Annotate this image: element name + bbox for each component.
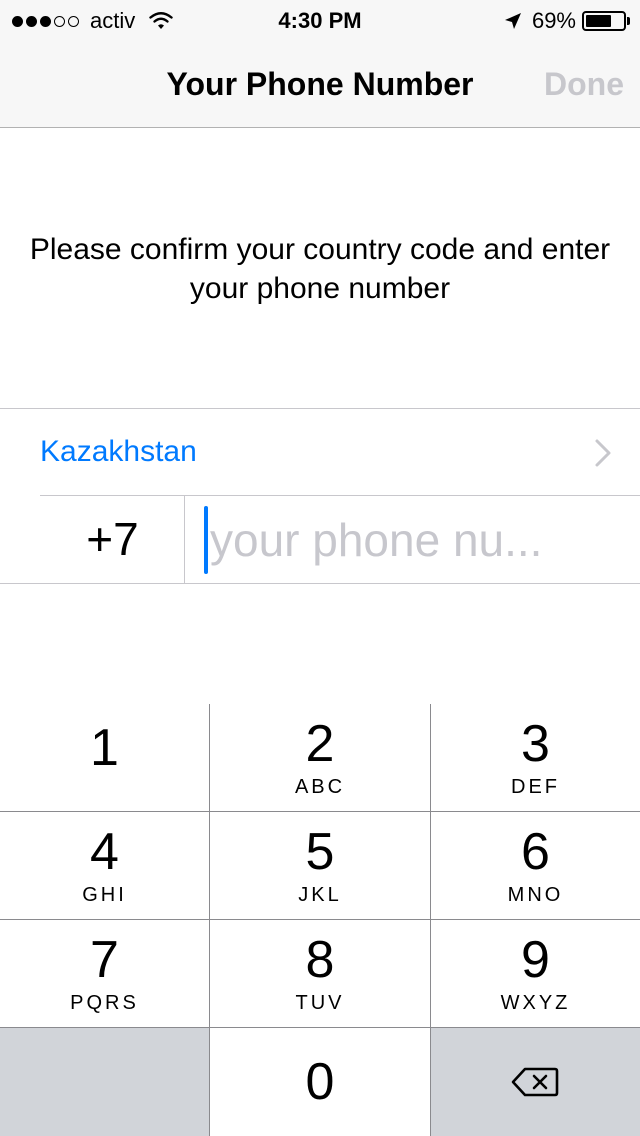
phone-number-input[interactable] bbox=[210, 510, 630, 570]
location-arrow-icon bbox=[504, 13, 521, 29]
instruction-text: Please confirm your country code and ent… bbox=[29, 233, 611, 305]
key-digit: 5 bbox=[305, 823, 335, 881]
battery-icon bbox=[582, 11, 632, 31]
blank-key bbox=[0, 1028, 210, 1136]
battery-tip bbox=[627, 17, 630, 25]
key-3[interactable]: 3 DEF bbox=[431, 704, 640, 812]
key-digit: 4 bbox=[90, 823, 119, 881]
key-digit: 3 bbox=[521, 715, 550, 773]
key-letters: GHI bbox=[82, 884, 127, 906]
key-2[interactable]: 2 ABC bbox=[210, 704, 431, 812]
key-digit: 6 bbox=[521, 823, 550, 881]
country-name: Kazakhstan bbox=[40, 435, 197, 468]
key-6[interactable]: 6 MNO bbox=[431, 812, 640, 920]
key-letters: ABC bbox=[294, 776, 346, 798]
key-5[interactable]: 5 JKL bbox=[210, 812, 431, 920]
key-digit: 7 bbox=[90, 931, 119, 989]
key-letters: MNO bbox=[507, 884, 564, 906]
text-cursor bbox=[204, 506, 208, 574]
status-bar: activ 4:30 PM 69% bbox=[0, 0, 640, 40]
backspace-icon bbox=[511, 1067, 559, 1097]
key-digit: 2 bbox=[305, 715, 335, 773]
key-1[interactable]: 1 bbox=[0, 704, 210, 812]
key-9[interactable]: 9 WXYZ bbox=[431, 920, 640, 1028]
delete-key[interactable] bbox=[431, 1028, 640, 1136]
status-right: 69% bbox=[504, 8, 632, 34]
key-digit: 9 bbox=[521, 931, 550, 989]
key-letters: PQRS bbox=[70, 992, 139, 1014]
phone-row: +7 bbox=[0, 496, 640, 584]
key-letters: DEF bbox=[511, 776, 560, 798]
navigation-bar: Your Phone Number Done bbox=[0, 40, 640, 128]
key-8[interactable]: 8 TUV bbox=[210, 920, 431, 1028]
battery-fill bbox=[586, 15, 611, 27]
battery-body bbox=[582, 11, 626, 31]
key-digit: 1 bbox=[90, 719, 119, 777]
divider bbox=[184, 496, 185, 584]
country-selector[interactable]: Kazakhstan bbox=[0, 408, 640, 496]
chevron-right-icon bbox=[595, 439, 611, 467]
key-letters: TUV bbox=[295, 992, 345, 1014]
key-letters: JKL bbox=[298, 884, 342, 906]
battery-percent: 69% bbox=[531, 8, 576, 33]
done-button[interactable]: Done bbox=[544, 66, 624, 103]
key-digit: 0 bbox=[305, 1053, 335, 1111]
key-7[interactable]: 7 PQRS bbox=[0, 920, 210, 1028]
numeric-keypad: 1 2 ABC 3 DEF 4 GHI 5 JKL 6 MNO 7 PQRS 8… bbox=[0, 704, 640, 1136]
key-letters: WXYZ bbox=[500, 992, 571, 1014]
key-0[interactable]: 0 bbox=[210, 1028, 431, 1136]
key-digit: 8 bbox=[305, 931, 335, 989]
key-4[interactable]: 4 GHI bbox=[0, 812, 210, 920]
country-code-field[interactable]: +7 bbox=[40, 512, 185, 566]
